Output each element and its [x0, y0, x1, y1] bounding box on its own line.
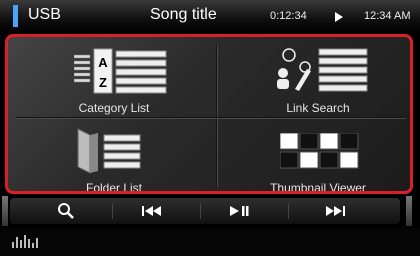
separator — [288, 203, 289, 219]
clock: 12:34 AM — [364, 10, 411, 22]
folder-list-icon — [77, 128, 141, 174]
source-label: USB — [28, 6, 61, 23]
category-list-button[interactable]: A Z Category List — [14, 39, 214, 117]
previous-track-button[interactable] — [116, 198, 188, 224]
play-pause-icon — [230, 206, 249, 216]
az-letter-z: Z — [99, 75, 107, 90]
separator — [200, 203, 201, 219]
separator — [112, 203, 113, 219]
bottom-bar — [0, 228, 420, 256]
folder-list-label: Folder List — [85, 181, 143, 194]
category-list-label: Category List — [78, 101, 150, 115]
category-list-icon: A Z — [74, 48, 167, 94]
divider — [16, 117, 406, 118]
az-letter-a: A — [98, 55, 108, 70]
song-title: Song title — [150, 6, 217, 23]
next-track-icon — [326, 206, 345, 216]
link-search-label: Link Search — [286, 101, 350, 115]
next-track-button[interactable] — [300, 198, 372, 224]
rail — [406, 196, 412, 226]
link-search-button[interactable]: Link Search — [218, 39, 410, 117]
folder-list-button[interactable]: Folder List — [14, 119, 214, 194]
search-menu-panel: A Z Category List Link Search Folder Lis… — [5, 34, 413, 194]
status-bar: USB Song title 0:12:34 12:34 AM — [0, 0, 420, 32]
divider — [216, 45, 217, 187]
playback-control-bar — [10, 198, 400, 224]
search-icon — [58, 203, 74, 219]
play-pause-button[interactable] — [204, 198, 276, 224]
link-search-icon — [277, 48, 368, 92]
rail — [2, 196, 8, 226]
thumbnail-viewer-icon — [280, 133, 359, 169]
source-indicator — [13, 5, 18, 27]
thumbnail-viewer-label: Thumbnail Viewer — [270, 181, 366, 194]
search-button[interactable] — [30, 198, 102, 224]
thumbnail-viewer-button[interactable]: Thumbnail Viewer — [218, 119, 410, 194]
equalizer-icon[interactable] — [12, 234, 38, 248]
play-status-icon — [335, 12, 343, 22]
previous-track-icon — [142, 206, 161, 216]
elapsed-time: 0:12:34 — [270, 10, 307, 22]
